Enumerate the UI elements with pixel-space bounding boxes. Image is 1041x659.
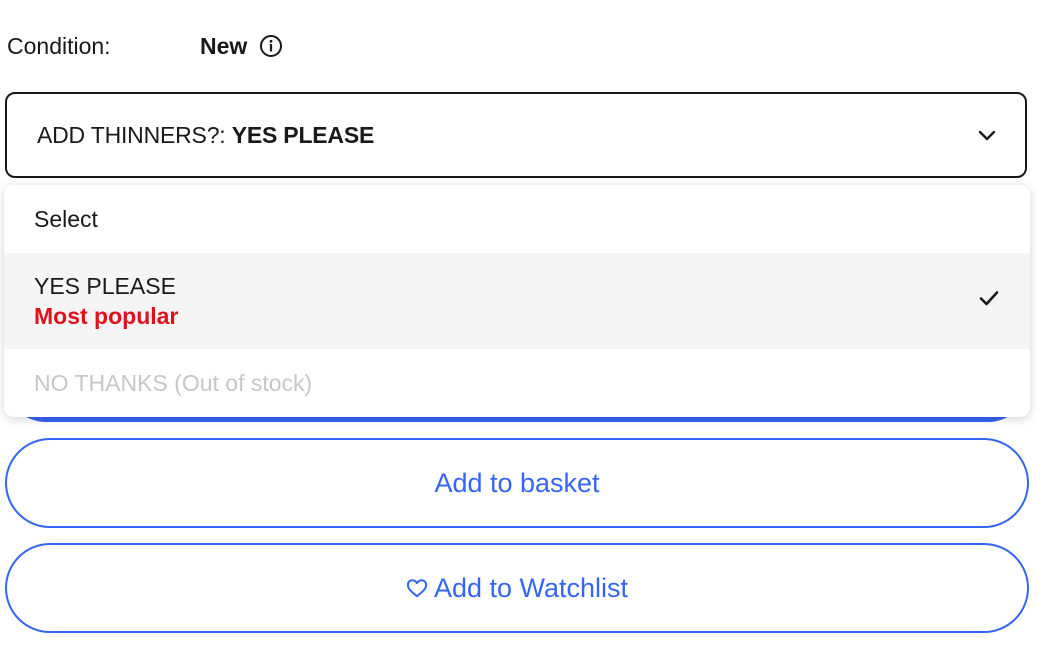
add-to-watchlist-label: Add to Watchlist [433, 572, 629, 603]
option-select[interactable]: Select [4, 185, 1030, 253]
chevron-down-icon [977, 125, 997, 145]
option-select-label: Select [34, 205, 98, 232]
add-to-basket-button[interactable]: Add to basket [5, 438, 1029, 528]
checkmark-icon [978, 287, 1000, 309]
variation-select[interactable]: ADD THINNERS?: YES PLEASE [5, 92, 1027, 178]
variation-listbox: Select YES PLEASE Most popular NO THANKS… [4, 185, 1030, 417]
most-popular-badge: Most popular [34, 303, 179, 329]
info-circle-icon[interactable] [259, 34, 283, 58]
option-yes-please[interactable]: YES PLEASE Most popular [4, 253, 1030, 349]
item-purchase-panel: Condition: New ADD THINNERS?: YES PLEASE… [0, 0, 1041, 659]
heart-icon [406, 577, 428, 599]
option-no-thanks: NO THANKS (Out of stock) [4, 349, 1030, 417]
condition-label: Condition: [7, 32, 111, 59]
condition-value: New [200, 32, 248, 59]
condition-row: Condition: New [7, 30, 283, 62]
add-to-basket-label: Add to basket [434, 467, 600, 498]
variation-select-value: YES PLEASE [231, 121, 375, 148]
add-to-watchlist-button[interactable]: Add to Watchlist [5, 543, 1029, 633]
variation-select-label: ADD THINNERS?: [37, 121, 226, 148]
option-no-thanks-label: NO THANKS (Out of stock) [34, 369, 313, 396]
variation-select-text: ADD THINNERS?: YES PLEASE [37, 122, 977, 149]
option-yes-please-label: YES PLEASE [34, 273, 176, 299]
